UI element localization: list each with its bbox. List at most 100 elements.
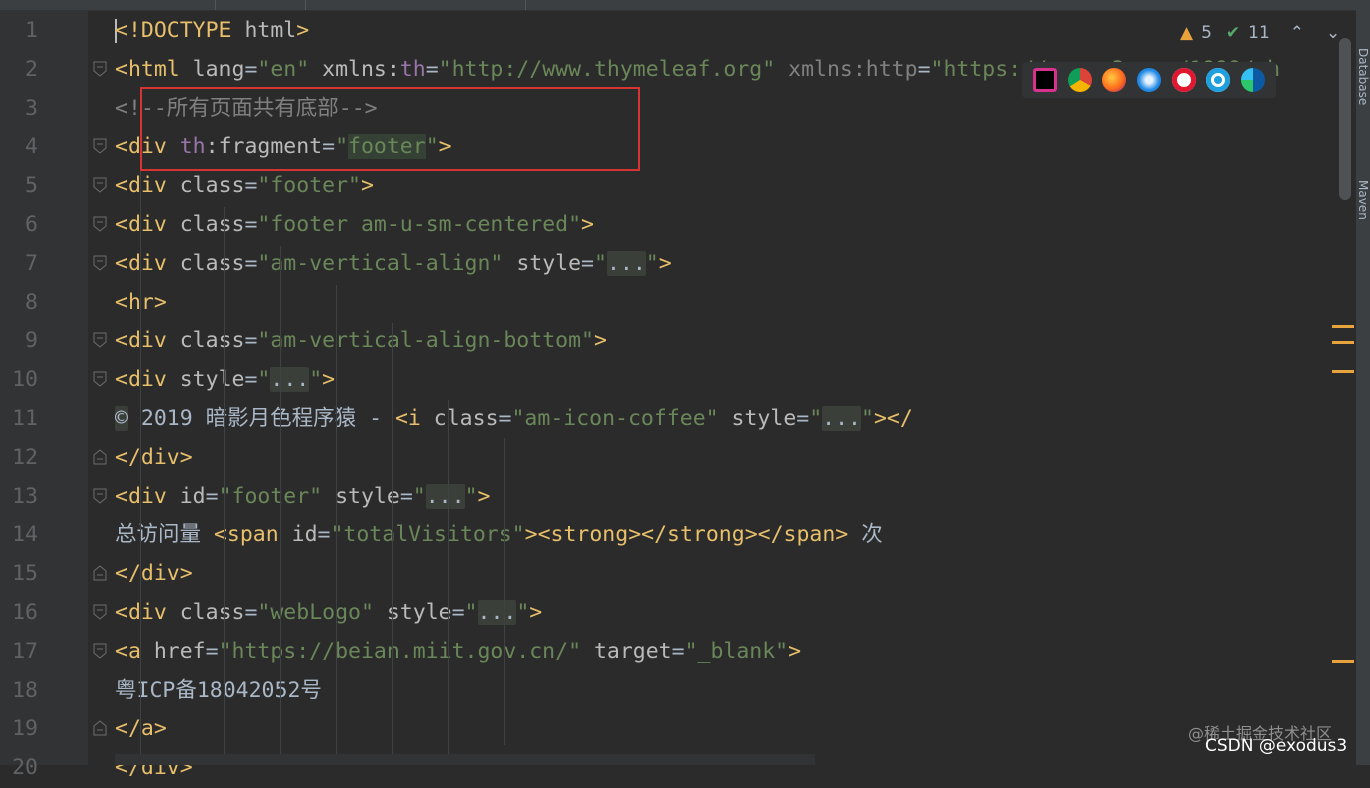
fold-open-icon[interactable]	[93, 371, 107, 387]
value-token: "	[464, 600, 478, 625]
code-line[interactable]: 6 <div class="footer am-u-sm-centered">	[0, 206, 1340, 245]
fold-open-icon[interactable]	[93, 61, 107, 77]
attribute-token: style	[503, 250, 582, 276]
code-content: </div>	[115, 439, 193, 478]
inspection-widget[interactable]: ▲ 5 ✔ 11 ⌃ ⌄	[1176, 15, 1345, 51]
attribute-token: class	[179, 600, 245, 625]
code-line[interactable]: 11 © 2019 暗影月色程序猿 - <i class="am-icon-co…	[0, 400, 1340, 439]
code-content: <div id="footer" style="...">	[115, 478, 490, 517]
firefox-icon[interactable]	[1102, 68, 1127, 92]
horizontal-scrollbar[interactable]	[115, 754, 815, 765]
tag-token: <div	[115, 173, 180, 199]
folded-placeholder[interactable]: ...	[270, 367, 310, 393]
tag-token: <i	[394, 406, 434, 431]
text-token: =	[425, 56, 439, 82]
intellij-icon[interactable]	[1033, 68, 1058, 92]
code-content: <div class="am-vertical-align" style="..…	[115, 245, 672, 284]
fold-close-icon[interactable]	[93, 720, 107, 736]
fold-open-icon[interactable]	[93, 255, 107, 271]
folded-placeholder[interactable]: ...	[477, 600, 517, 625]
code-line[interactable]: 1 <!DOCTYPE html>	[0, 12, 1340, 51]
code-content: </div>	[115, 555, 193, 594]
warning-marker[interactable]	[1332, 660, 1354, 663]
namespace-token: th	[399, 56, 426, 82]
fold-open-icon[interactable]	[93, 177, 107, 193]
database-tool-tab[interactable]: Database	[1356, 48, 1370, 105]
text-token: =	[796, 406, 810, 431]
fold-open-icon[interactable]	[93, 332, 107, 349]
text-token: =	[205, 483, 219, 509]
tag-token: <div	[115, 600, 180, 625]
fold-close-icon[interactable]	[93, 449, 107, 465]
editor-tab[interactable]	[215, 0, 306, 10]
warning-marker[interactable]	[1332, 370, 1354, 373]
maven-tool-tab[interactable]: Maven	[1356, 180, 1370, 220]
line-number: 6	[25, 212, 38, 237]
folded-placeholder[interactable]: ©	[115, 406, 128, 431]
folded-placeholder[interactable]: ...	[425, 483, 465, 509]
right-tool-window-bar: Database Maven	[1356, 0, 1370, 765]
folded-placeholder[interactable]: ...	[822, 406, 862, 431]
attribute-token: id	[291, 522, 318, 548]
chevron-down-icon[interactable]: ⌄	[1326, 23, 1340, 43]
fold-open-icon[interactable]	[93, 488, 107, 504]
value-token: "am-vertical-align-bottom"	[257, 328, 594, 354]
tag-token: <div	[115, 250, 180, 276]
chevron-up-icon[interactable]: ⌃	[1290, 23, 1304, 43]
line-number: 4	[25, 134, 38, 160]
code-line[interactable]: 16 <div class="webLogo" style="...">	[0, 594, 1340, 633]
attribute-token: class	[179, 212, 245, 237]
editor-tab[interactable]	[305, 0, 526, 10]
browser-preview-bar	[1022, 62, 1276, 98]
vertical-scrollbar-thumb[interactable]	[1339, 38, 1351, 200]
attribute-token: class	[179, 328, 245, 354]
fold-open-icon[interactable]	[93, 643, 107, 659]
code-line[interactable]: 15 </div>	[0, 555, 1340, 594]
attribute-token: id	[179, 483, 206, 509]
tag-token: >	[322, 367, 336, 393]
folded-placeholder[interactable]: ...	[606, 250, 646, 276]
warning-marker[interactable]	[1332, 325, 1354, 328]
code-line[interactable]: 17 <a href="https://beian.miit.gov.cn/" …	[0, 633, 1340, 672]
fold-open-icon[interactable]	[93, 138, 107, 155]
code-line[interactable]: 13 <div id="footer" style="...">	[0, 478, 1340, 517]
text-token: =	[317, 522, 331, 548]
warning-marker[interactable]	[1332, 341, 1354, 344]
value-token: "footer am-u-sm-centered"	[257, 212, 582, 237]
ie-icon[interactable]	[1206, 68, 1231, 92]
ok-count: 11	[1248, 23, 1270, 43]
tag-token: >	[593, 328, 607, 354]
text-token: 总访问量	[115, 522, 214, 548]
code-line[interactable]: 9 <div class="am-vertical-align-bottom">	[0, 322, 1340, 361]
code-line[interactable]: 19 </a>	[0, 710, 1340, 749]
text-token: =	[244, 367, 258, 393]
attribute-token: href	[153, 638, 206, 664]
tag-token: >	[296, 18, 310, 43]
code-line[interactable]: 14 总访问量 <span id="totalVisitors"><strong…	[0, 516, 1340, 555]
code-line[interactable]: 18 粤ICP备18042052号	[0, 672, 1340, 711]
safari-icon[interactable]	[1136, 68, 1161, 92]
code-line[interactable]: 7 <div class="am-vertical-align" style="…	[0, 245, 1340, 284]
opera-icon[interactable]	[1171, 68, 1196, 92]
code-content: <div style="...">	[115, 361, 335, 400]
code-line[interactable]: 8 <hr>	[0, 284, 1340, 323]
value-token: "am-vertical-align"	[257, 250, 504, 276]
fold-open-icon[interactable]	[93, 216, 107, 232]
text-token: =	[205, 638, 219, 664]
editor-tab[interactable]	[0, 0, 216, 10]
text-token: 粤ICP备18042052号	[115, 677, 322, 703]
indent-guide	[392, 323, 393, 760]
tag-token: <!DOCTYPE	[115, 18, 245, 43]
chrome-icon[interactable]	[1067, 68, 1092, 92]
value-token: "https://beian.miit.gov.cn/"	[218, 638, 582, 664]
fold-open-icon[interactable]	[93, 604, 107, 620]
code-line[interactable]: 12 </div>	[0, 439, 1340, 478]
code-line[interactable]: 5 <div class="footer">	[0, 167, 1340, 206]
line-number: 14	[12, 522, 38, 548]
tag-token: ><strong></strong></span>	[524, 522, 849, 548]
code-content: 总访问量 <span id="totalVisitors"><strong></…	[115, 516, 883, 555]
fold-close-icon[interactable]	[93, 565, 107, 581]
edge-icon[interactable]	[1240, 68, 1265, 92]
value-token: "	[309, 367, 323, 393]
code-line[interactable]: 10 <div style="...">	[0, 361, 1340, 400]
